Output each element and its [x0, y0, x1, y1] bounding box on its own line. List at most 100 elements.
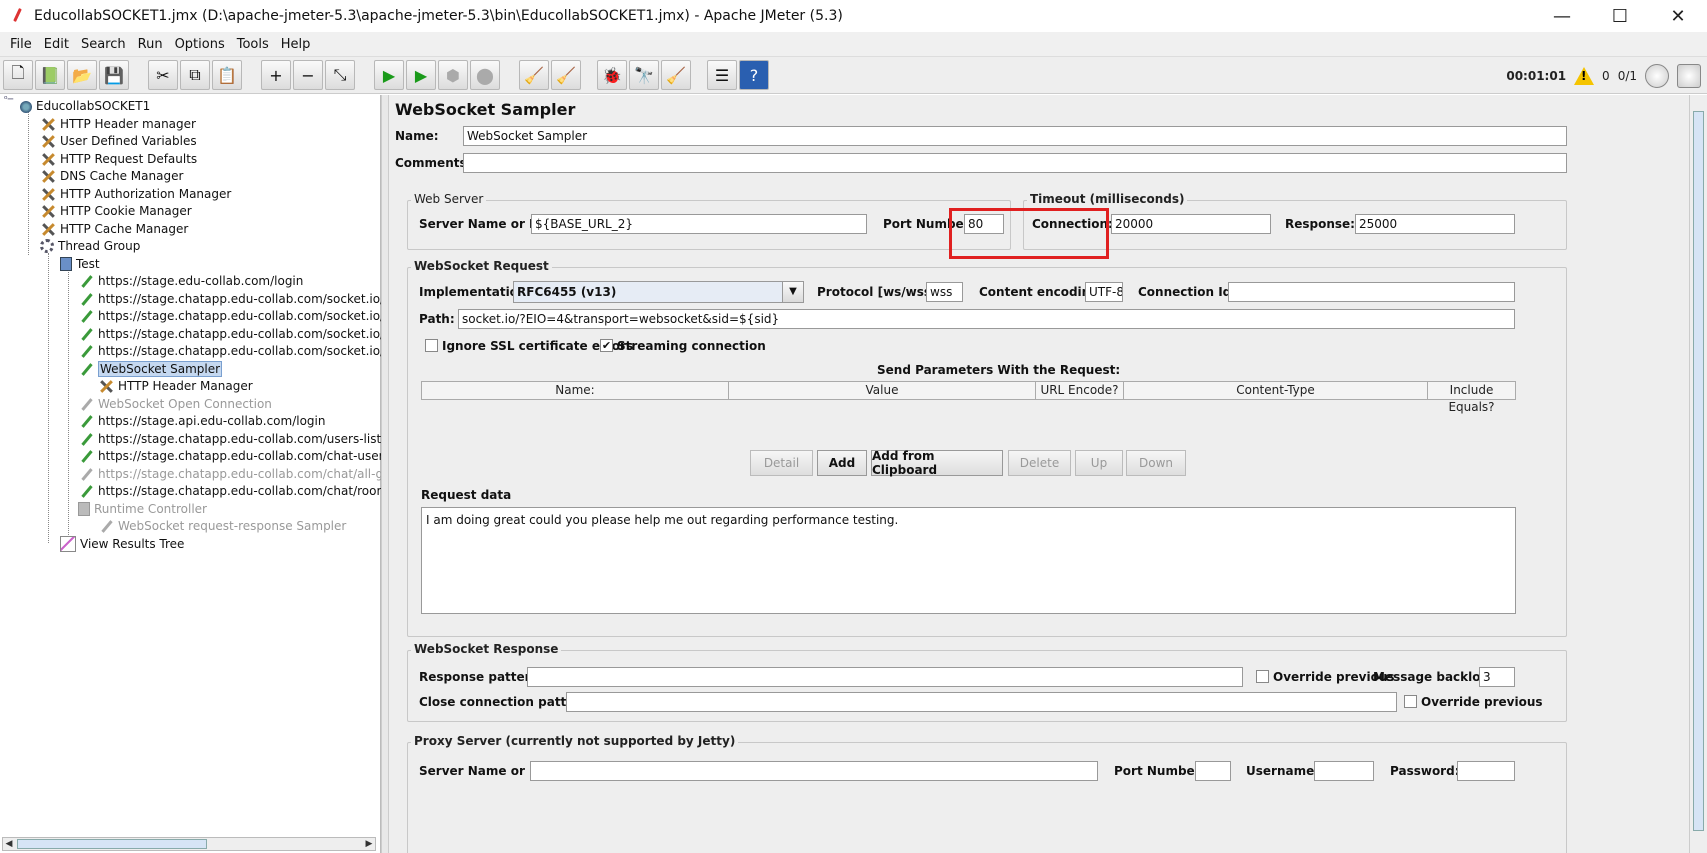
response-pattern-field[interactable] [527, 667, 1243, 687]
tree-node[interactable]: EducollabSOCKET1 [20, 97, 150, 114]
scroll-left-icon[interactable]: ◀ [3, 838, 15, 850]
panel-splitter[interactable] [381, 95, 389, 853]
tree-node[interactable]: https://stage.api.edu-collab.com/login [78, 412, 326, 429]
column-name[interactable]: Name: [422, 382, 729, 399]
implementation-select[interactable]: RFC6455 (v13) [513, 281, 803, 303]
open-icon[interactable]: 📂 [67, 60, 97, 90]
save-icon[interactable]: 💾 [99, 60, 129, 90]
tree-node[interactable]: DNS Cache Manager [40, 167, 183, 184]
name-field[interactable]: WebSocket Sampler [463, 126, 1567, 146]
function-helper-icon[interactable]: 🐞 [597, 60, 627, 90]
column-content-type[interactable]: Content-Type [1124, 382, 1428, 399]
server-name-field[interactable]: ${BASE_URL_2} [531, 214, 867, 234]
connection-timeout-field[interactable]: 20000 [1111, 214, 1271, 234]
tree-node[interactable]: https://stage.edu-collab.com/login [78, 272, 303, 289]
tree-node[interactable]: HTTP Cache Manager [40, 220, 188, 237]
menu-help[interactable]: Help [275, 37, 317, 52]
message-backlog-field[interactable]: 3 [1479, 667, 1515, 687]
request-data-textarea[interactable]: I am doing great could you please help m… [421, 507, 1516, 614]
params-title: Send Parameters With the Request: [877, 363, 1121, 377]
tree-node[interactable]: Runtime Controller [78, 500, 207, 517]
remote-status-icon[interactable] [1645, 64, 1669, 88]
detail-button[interactable]: Detail [750, 450, 813, 476]
templates-icon[interactable]: 📗 [35, 60, 65, 90]
tree-node[interactable]: HTTP Header manager [40, 115, 196, 132]
warning-icon[interactable] [1574, 67, 1595, 85]
comments-label: Comments: [395, 156, 472, 170]
up-button[interactable]: Up [1075, 450, 1123, 476]
add-button[interactable]: Add [817, 450, 867, 476]
tree-node[interactable]: HTTP Cookie Manager [40, 202, 192, 219]
menu-options[interactable]: Options [169, 37, 231, 52]
test-plan-tree[interactable]: ᵒ─ EducollabSOCKET1 HTTP Header manager … [0, 95, 438, 853]
ignore-ssl-checkbox[interactable] [425, 339, 438, 352]
reset-search-icon[interactable]: 🧹 [661, 60, 691, 90]
menu-search[interactable]: Search [75, 37, 132, 52]
tree-node-selected[interactable]: WebSocket Sampler [78, 360, 223, 377]
close-button[interactable]: ✕ [1649, 0, 1707, 32]
tree-node[interactable]: https://stage.chatapp.edu-collab.com/cha… [78, 465, 417, 482]
tree-node[interactable]: https://stage.chatapp.edu-collab.com/cha… [78, 447, 390, 464]
start-no-pause-icon[interactable]: ▶ [406, 60, 436, 90]
comments-field[interactable] [463, 153, 1567, 173]
tree-node[interactable]: User Defined Variables [40, 132, 197, 149]
streaming-checkbox[interactable]: ✔ [600, 339, 613, 352]
column-value[interactable]: Value [729, 382, 1036, 399]
menu-file[interactable]: File [4, 37, 38, 52]
connection-id-field[interactable] [1228, 282, 1515, 302]
tree-node[interactable]: https://stage.chatapp.edu-collab.com/use… [78, 430, 381, 447]
column-include-equals[interactable]: Include Equals? [1428, 382, 1515, 414]
tree-toggle-plan[interactable]: ᵒ─ [4, 96, 13, 106]
down-button[interactable]: Down [1126, 450, 1186, 476]
new-icon[interactable]: 🗋 [3, 60, 33, 90]
start-icon[interactable]: ▶ [374, 60, 404, 90]
menu-bar: File Edit Search Run Options Tools Help [0, 32, 1707, 56]
menu-edit[interactable]: Edit [38, 37, 75, 52]
toggle-icon[interactable]: ⤡ [325, 60, 355, 90]
close-pattern-field[interactable] [566, 692, 1397, 712]
menu-run[interactable]: Run [132, 37, 169, 52]
cut-icon[interactable]: ✂ [148, 60, 178, 90]
expand-icon[interactable]: + [261, 60, 291, 90]
content-encoding-field[interactable]: UTF-8 [1085, 282, 1123, 302]
path-field[interactable]: socket.io/?EIO=4&transport=websocket&sid… [458, 309, 1515, 329]
paste-icon[interactable]: 📋 [212, 60, 242, 90]
tree-node[interactable]: WebSocket request-response Sampler [98, 517, 346, 534]
proxy-username-field[interactable] [1314, 761, 1374, 781]
function-list-icon[interactable]: ☰ [707, 60, 737, 90]
editor-vertical-scrollbar[interactable] [1689, 95, 1707, 853]
tree-node[interactable]: Thread Group [40, 237, 140, 254]
override-previous-2-checkbox[interactable] [1404, 695, 1417, 708]
proxy-port-field[interactable] [1195, 761, 1231, 781]
add-from-clipboard-button[interactable]: Add from Clipboard [871, 449, 1003, 477]
tree-node[interactable]: WebSocket Open Connection [78, 395, 272, 412]
tree-node[interactable]: View Results Tree [60, 535, 184, 552]
override-previous-checkbox[interactable] [1256, 670, 1269, 683]
chevron-down-icon[interactable]: ▼ [782, 281, 804, 303]
collapse-icon[interactable]: − [293, 60, 323, 90]
scrollbar-thumb[interactable] [1693, 111, 1704, 831]
clear-icon[interactable]: 🧹 [519, 60, 549, 90]
tree-node[interactable]: HTTP Request Defaults [40, 150, 197, 167]
tree-node[interactable]: Test [60, 255, 100, 272]
tree-horizontal-scrollbar[interactable]: ◀ ▶ [2, 837, 376, 851]
protocol-field[interactable]: wss [926, 282, 963, 302]
maximize-button[interactable]: ☐ [1591, 0, 1649, 32]
scrollbar-thumb[interactable] [17, 839, 207, 849]
log-viewer-icon[interactable] [1677, 64, 1701, 88]
response-timeout-field[interactable]: 25000 [1355, 214, 1515, 234]
delete-button[interactable]: Delete [1008, 450, 1071, 476]
help-icon[interactable]: ? [739, 60, 769, 90]
tree-node[interactable]: HTTP Authorization Manager [40, 185, 231, 202]
minimize-button[interactable]: — [1533, 0, 1591, 32]
proxy-server-field[interactable] [530, 761, 1098, 781]
tree-node[interactable]: https://stage.chatapp.edu-collab.com/cha… [78, 482, 432, 499]
proxy-password-field[interactable] [1457, 761, 1515, 781]
copy-icon[interactable]: ⧉ [180, 60, 210, 90]
scroll-right-icon[interactable]: ▶ [363, 838, 375, 850]
clear-all-icon[interactable]: 🧹 [551, 60, 581, 90]
menu-tools[interactable]: Tools [231, 37, 275, 52]
search-icon[interactable]: 🔭 [629, 60, 659, 90]
column-url-encode[interactable]: URL Encode? [1036, 382, 1124, 399]
tree-node[interactable]: HTTP Header Manager [98, 377, 253, 394]
